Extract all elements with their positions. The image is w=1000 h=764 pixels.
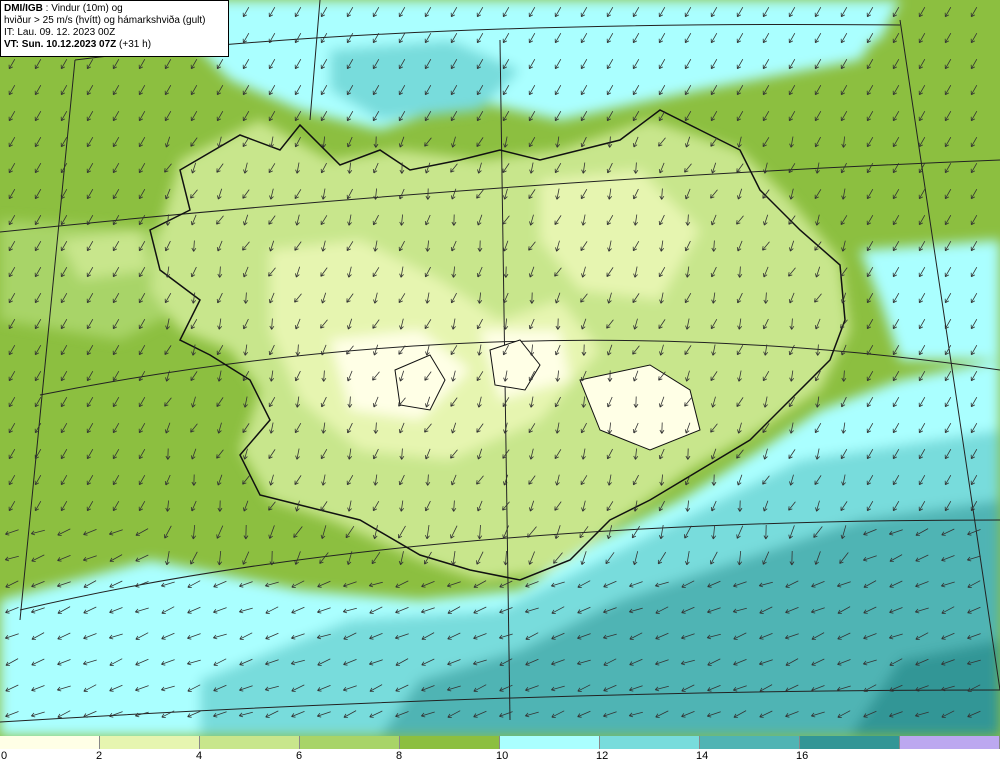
- colorbar-bin: [100, 736, 200, 749]
- colorbar-bin: [300, 736, 400, 749]
- wind-speed-colorbar: 0 2 4 6 8 10 12 14 16: [0, 736, 1000, 764]
- colorbar-tick-label: 4: [196, 750, 203, 762]
- colorbar-tick-label: 16: [796, 750, 809, 762]
- colorbar-bin: [400, 736, 500, 749]
- wind-map: [0, 0, 1000, 736]
- legend-line-gusts: hviður > 25 m/s (hvítt) og hámarkshviða …: [4, 15, 206, 26]
- valid-time-label: VT: Sun. 10.12.2023 07Z: [4, 39, 117, 50]
- legend-line-initial-time: IT: Lau. 09. 12. 2023 00Z: [4, 27, 116, 38]
- colorbar-tick-label: 10: [496, 750, 509, 762]
- forecast-offset: (+31 h): [116, 39, 152, 50]
- colorbar-tick-label: 6: [296, 750, 303, 762]
- colorbar-tick-label: 2: [96, 750, 103, 762]
- colorbar-bin: [700, 736, 800, 749]
- colorbar-bin: [500, 736, 600, 749]
- legend-title-line: DMI/IGB : Vindur (10m) og: [4, 3, 225, 15]
- colorbar-tick-label: 12: [596, 750, 609, 762]
- legend-line-valid-time: VT: Sun. 10.12.2023 07Z (+31 h): [4, 39, 225, 51]
- map-legend-header: DMI/IGB : Vindur (10m) og hviður > 25 m/…: [0, 0, 229, 57]
- colorbar-bin: [200, 736, 300, 749]
- colorbar-bin: [900, 736, 1000, 749]
- colorbar-bin: [600, 736, 700, 749]
- colorbar-tick-label: 0: [1, 750, 8, 762]
- colorbar-tick-label: 8: [396, 750, 403, 762]
- colorbar-bin: [800, 736, 900, 749]
- agency-label: DMI/IGB: [4, 3, 43, 14]
- colorbar-tick-label: 14: [696, 750, 709, 762]
- title-text: : Vindur (10m) og: [42, 3, 123, 14]
- colorbar-bin: [0, 736, 100, 749]
